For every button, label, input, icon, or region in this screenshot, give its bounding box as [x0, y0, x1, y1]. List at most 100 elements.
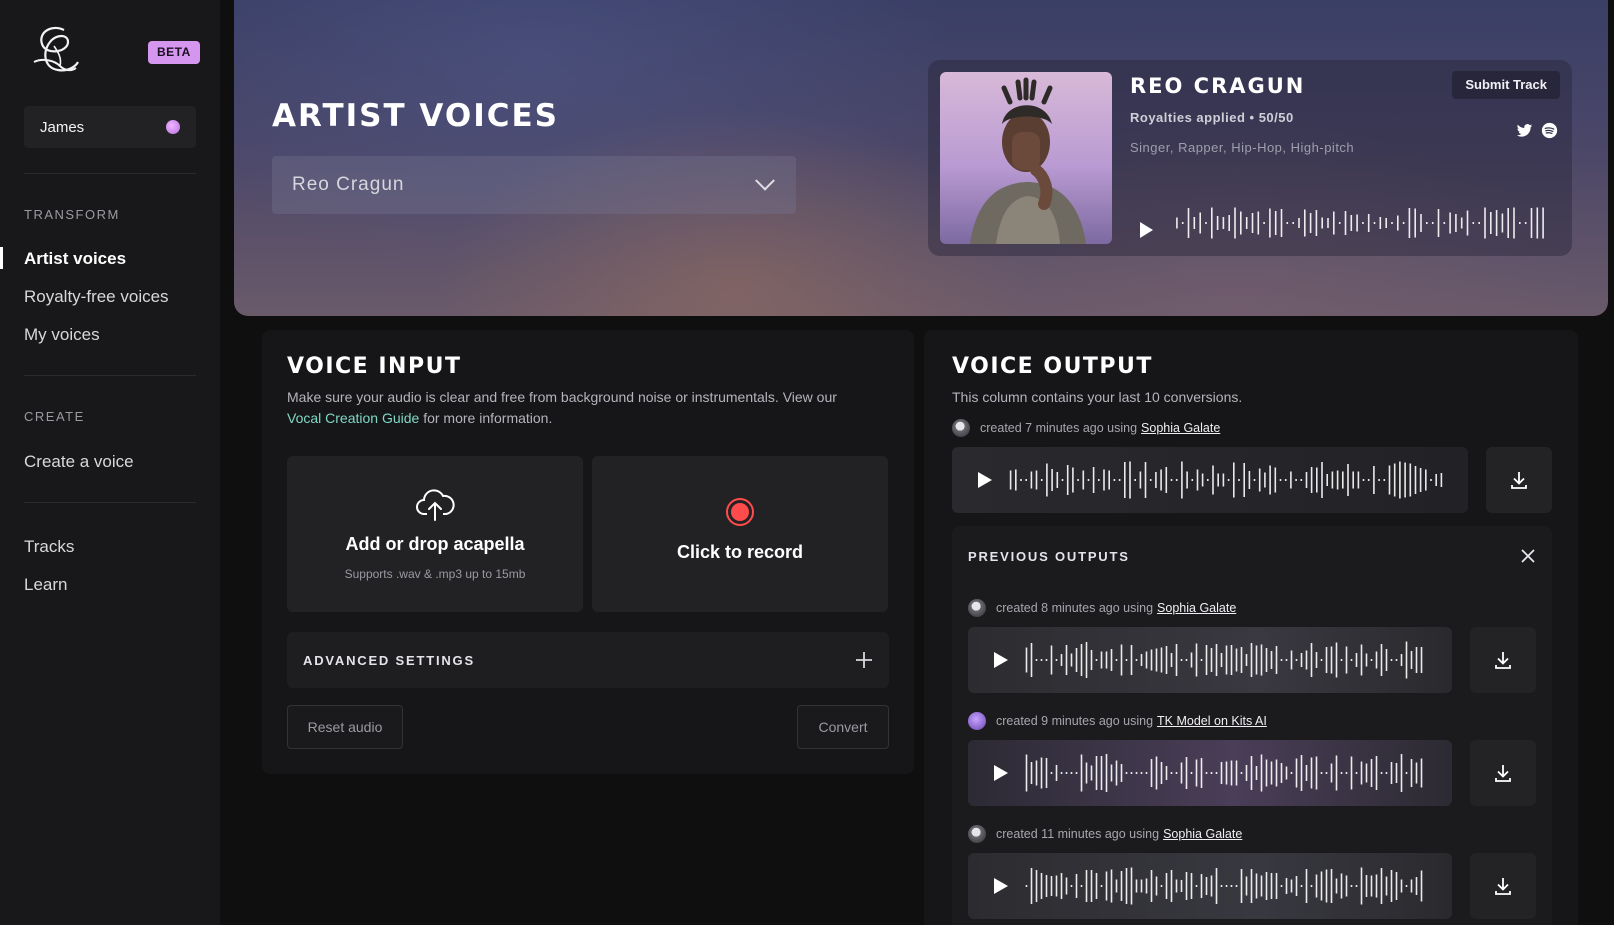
waveform-bar: [1385, 876, 1388, 896]
waveform-bar: [1181, 222, 1184, 224]
waveform[interactable]: [1024, 753, 1424, 793]
convert-button[interactable]: Convert: [797, 705, 889, 749]
waveform-bar: [1395, 659, 1398, 661]
divider: [24, 502, 196, 503]
app-logo[interactable]: [24, 22, 84, 78]
waveform-bar: [1060, 772, 1063, 774]
play-icon[interactable]: [994, 765, 1008, 781]
waveform-bar: [1400, 754, 1403, 792]
sidebar: BETA James TRANSFORM Artist voices Royal…: [0, 0, 220, 925]
waveform-bar: [1315, 874, 1318, 898]
waveform-bar: [1305, 472, 1308, 488]
waveform-bar: [1180, 659, 1183, 661]
waveform-bar: [1380, 644, 1383, 676]
nav-artist-voices[interactable]: Artist voices: [24, 249, 126, 269]
record-icon: [726, 498, 754, 526]
waveform-bar: [1409, 463, 1412, 497]
waveform-bar: [1344, 211, 1347, 235]
waveform-bar: [1320, 772, 1323, 774]
play-icon[interactable]: [994, 652, 1008, 668]
audio-player[interactable]: [968, 853, 1452, 919]
waveform-bar: [1082, 470, 1085, 490]
waveform[interactable]: [1024, 866, 1424, 906]
waveform-bar: [1120, 871, 1123, 901]
vocal-creation-guide-link[interactable]: Vocal Creation Guide: [287, 410, 419, 426]
upload-dropzone[interactable]: Add or drop acapella Supports .wav & .mp…: [287, 456, 583, 612]
submit-track-button[interactable]: Submit Track: [1452, 71, 1560, 99]
spotify-icon[interactable]: [1541, 122, 1558, 139]
advanced-settings-toggle[interactable]: ADVANCED SETTINGS: [287, 632, 889, 688]
waveform-bar: [1315, 652, 1318, 668]
waveform-bar: [1385, 218, 1387, 228]
waveform[interactable]: [1024, 640, 1424, 680]
waveform-bar: [1402, 222, 1405, 224]
waveform-bar: [1415, 647, 1418, 673]
waveform-bar: [1040, 479, 1043, 481]
nav-tracks[interactable]: Tracks: [24, 537, 74, 557]
twitter-icon[interactable]: [1516, 123, 1533, 138]
waveform-bar: [1030, 868, 1033, 904]
nav-create-a-voice[interactable]: Create a voice: [24, 452, 134, 472]
audio-player[interactable]: [968, 627, 1452, 693]
waveform-bar: [1513, 207, 1515, 239]
play-icon[interactable]: [994, 878, 1008, 894]
waveform-bar: [1040, 757, 1043, 789]
play-icon[interactable]: [1140, 222, 1153, 238]
waveform[interactable]: [1174, 206, 1546, 240]
reset-audio-button[interactable]: Reset audio: [287, 705, 403, 749]
waveform-bar: [1333, 211, 1335, 235]
hero-banner: ARTIST VOICES Reo Cragun REO CRAGUN Roya…: [234, 0, 1608, 316]
waveform-bar: [1025, 479, 1027, 481]
waveform-bar: [1165, 646, 1168, 674]
output-meta: created 11 minutes ago using Sophia Gala…: [968, 825, 1242, 843]
download-button[interactable]: [1486, 447, 1552, 513]
waveform-bar: [1170, 479, 1173, 481]
waveform-bar: [1100, 756, 1103, 790]
waveform-bar: [1269, 208, 1271, 238]
waveform-bar: [1193, 217, 1196, 229]
user-menu[interactable]: James: [24, 106, 196, 148]
audio-player[interactable]: [968, 740, 1452, 806]
waveform-bar: [1225, 885, 1228, 887]
waveform-bar: [1080, 885, 1083, 887]
play-icon[interactable]: [978, 472, 992, 488]
model-link[interactable]: TK Model on Kits AI: [1157, 714, 1267, 728]
waveform-bar: [1243, 463, 1245, 497]
close-icon[interactable]: [1519, 547, 1537, 565]
waveform-bar: [1420, 870, 1423, 902]
waveform-bar: [1399, 461, 1401, 499]
nav-royalty-free-voices[interactable]: Royalty-free voices: [24, 287, 169, 307]
waveform-bar: [1440, 473, 1443, 487]
waveform-bar: [1085, 762, 1088, 784]
nav-my-voices[interactable]: My voices: [24, 325, 100, 345]
waveform-bar: [1051, 469, 1053, 491]
waveform-bar: [1160, 647, 1163, 673]
chevron-down-icon: [755, 170, 775, 191]
waveform-bar: [1055, 765, 1058, 781]
download-button[interactable]: [1470, 740, 1536, 806]
waveform-bar: [1391, 222, 1393, 224]
waveform[interactable]: [1008, 460, 1444, 500]
waveform-bar: [1345, 646, 1348, 674]
artist-select[interactable]: Reo Cragun: [272, 156, 796, 214]
model-link[interactable]: Sophia Galate: [1141, 421, 1220, 435]
waveform-bar: [1425, 469, 1427, 491]
download-button[interactable]: [1470, 627, 1536, 693]
waveform-bar: [1205, 772, 1208, 774]
waveform-bar: [1181, 461, 1183, 499]
waveform-bar: [1115, 879, 1118, 893]
nav-learn[interactable]: Learn: [24, 575, 67, 595]
audio-player[interactable]: [952, 447, 1468, 513]
waveform-bar: [1217, 473, 1219, 487]
waveform-bar: [1200, 758, 1203, 788]
waveform-bar: [1321, 462, 1323, 498]
waveform-bar: [1103, 469, 1105, 491]
download-button[interactable]: [1470, 853, 1536, 919]
waveform-bar: [1191, 479, 1194, 481]
output-meta: created 7 minutes ago using Sophia Galat…: [952, 419, 1220, 437]
record-button[interactable]: Click to record: [592, 456, 888, 612]
waveform-bar: [1274, 467, 1277, 493]
model-link[interactable]: Sophia Galate: [1163, 827, 1242, 841]
waveform-bar: [1270, 873, 1273, 899]
model-link[interactable]: Sophia Galate: [1157, 601, 1236, 615]
